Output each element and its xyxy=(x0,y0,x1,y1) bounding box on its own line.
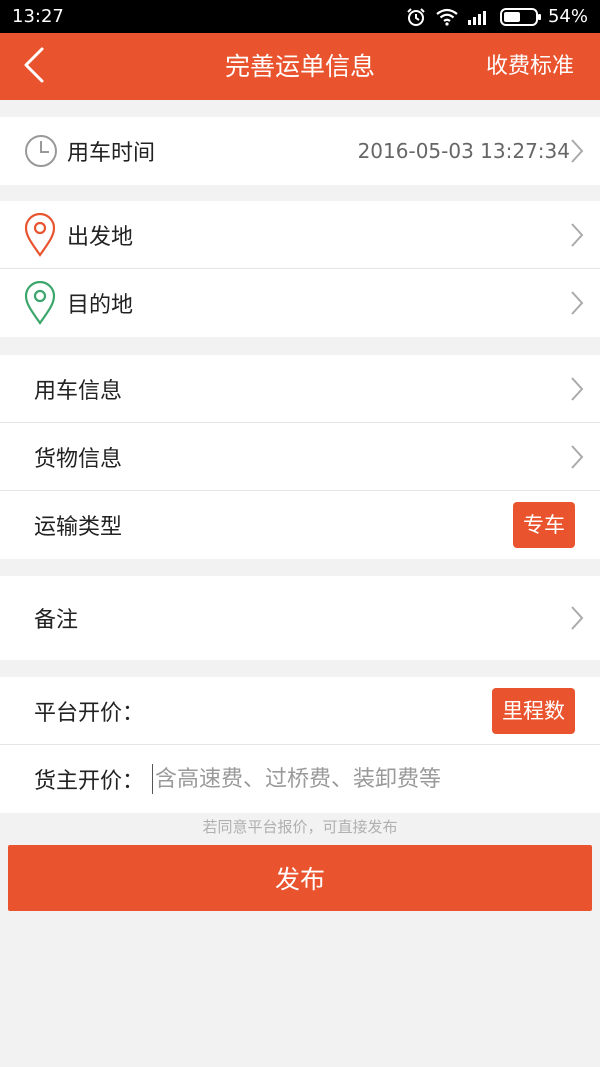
info-section: 用车信息 货物信息 运输类型 专车 xyxy=(0,355,600,559)
time-section: 用车时间 2016-05-03 13:27:34 xyxy=(0,117,600,185)
publish-button[interactable]: 发布 xyxy=(8,845,592,911)
cargo-info-label: 货物信息 xyxy=(34,446,123,472)
transport-type-button[interactable]: 专车 xyxy=(513,502,575,548)
vehicle-info-row[interactable]: 用车信息 xyxy=(0,355,600,423)
chevron-left-icon xyxy=(23,47,45,87)
owner-price-label: 货主开价： xyxy=(34,769,145,794)
chevron-right-icon xyxy=(570,605,584,631)
usage-time-value: 2016-05-03 13:27:34 xyxy=(357,139,570,163)
fee-standard-link[interactable]: 收费标准 xyxy=(486,33,574,100)
remark-label: 备注 xyxy=(34,608,79,633)
platform-price-label: 平台开价： xyxy=(34,700,145,726)
origin-label: 出发地 xyxy=(67,224,134,250)
usage-time-label: 用车时间 xyxy=(67,141,156,166)
battery-percent: 54% xyxy=(547,6,588,27)
status-icons: 54% xyxy=(406,6,588,27)
vehicle-info-label: 用车信息 xyxy=(34,378,123,404)
platform-price-row: 平台开价： 里程数 xyxy=(0,677,600,745)
chevron-right-icon xyxy=(570,138,584,164)
app-header: 完善运单信息 收费标准 xyxy=(0,33,600,100)
wifi-icon xyxy=(436,8,458,26)
transport-type-label: 运输类型 xyxy=(34,515,123,540)
chevron-right-icon xyxy=(570,290,584,316)
usage-time-row[interactable]: 用车时间 2016-05-03 13:27:34 xyxy=(0,117,600,185)
signal-icon xyxy=(467,9,490,25)
transport-type-row: 运输类型 专车 xyxy=(0,491,600,559)
price-section: 平台开价： 里程数 货主开价： xyxy=(0,677,600,813)
remark-section: 备注 xyxy=(0,576,600,660)
status-bar: 13:27 54% xyxy=(0,0,600,33)
location-section: 出发地 目的地 xyxy=(0,201,600,337)
back-button[interactable] xyxy=(14,47,54,87)
origin-pin-icon xyxy=(24,212,56,257)
destination-pin-icon xyxy=(24,281,56,325)
origin-row[interactable]: 出发地 xyxy=(0,201,600,269)
mileage-button[interactable]: 里程数 xyxy=(492,687,575,734)
chevron-right-icon xyxy=(570,222,584,248)
owner-price-input[interactable] xyxy=(152,764,483,794)
owner-price-row: 货主开价： xyxy=(0,745,600,813)
destination-label: 目的地 xyxy=(67,293,134,318)
battery-icon xyxy=(499,7,541,26)
alarm-icon xyxy=(406,7,426,27)
destination-row[interactable]: 目的地 xyxy=(0,269,600,337)
chevron-right-icon xyxy=(570,444,584,470)
battery-level xyxy=(503,11,521,22)
status-time: 13:27 xyxy=(12,6,64,27)
chevron-right-icon xyxy=(570,376,584,402)
cargo-info-row[interactable]: 货物信息 xyxy=(0,423,600,491)
publish-hint: 若同意平台报价，可直接发布 xyxy=(202,818,398,836)
remark-row[interactable]: 备注 xyxy=(0,576,600,660)
clock-icon xyxy=(24,134,58,168)
